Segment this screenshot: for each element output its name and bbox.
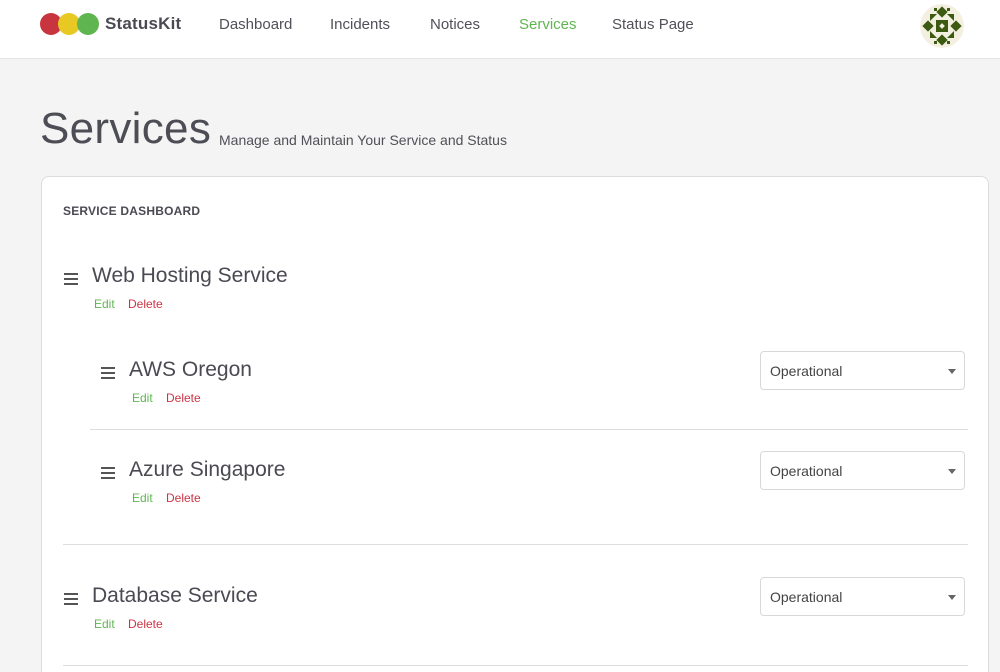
edit-link[interactable]: Edit — [132, 491, 153, 505]
group-divider — [63, 665, 968, 666]
service-group-name: Database Service — [92, 584, 258, 607]
logo-green-dot — [77, 13, 99, 35]
top-navbar: StatusKit Dashboard Incidents Notices Se… — [0, 0, 1000, 59]
drag-handle-icon[interactable] — [101, 467, 115, 479]
service-name: AWS Oregon — [129, 358, 252, 381]
nav-incidents[interactable]: Incidents — [330, 16, 390, 33]
status-select-value: Operational — [770, 363, 843, 379]
app-logo[interactable]: StatusKit — [40, 13, 182, 35]
edit-link[interactable]: Edit — [94, 297, 115, 311]
drag-handle-icon[interactable] — [101, 367, 115, 379]
delete-link[interactable]: Delete — [128, 297, 163, 311]
brand-name: StatusKit — [105, 14, 182, 33]
chevron-down-icon — [948, 369, 956, 374]
page-title: Services — [40, 104, 212, 153]
row-divider — [90, 429, 968, 430]
page-subtitle: Manage and Maintain Your Service and Sta… — [219, 132, 507, 148]
status-select-value: Operational — [770, 463, 843, 479]
edit-link[interactable]: Edit — [132, 391, 153, 405]
service-name: Azure Singapore — [129, 458, 286, 481]
group-divider — [63, 544, 968, 545]
status-select[interactable]: Operational — [760, 577, 965, 616]
status-select[interactable]: Operational — [760, 451, 965, 490]
nav-notices[interactable]: Notices — [430, 16, 480, 33]
drag-handle-icon[interactable] — [64, 593, 78, 605]
delete-link[interactable]: Delete — [166, 391, 201, 405]
avatar-identicon — [920, 4, 964, 48]
chevron-down-icon — [948, 595, 956, 600]
delete-link[interactable]: Delete — [166, 491, 201, 505]
nav-status-page[interactable]: Status Page — [612, 16, 694, 33]
status-select-value: Operational — [770, 589, 843, 605]
service-group-name: Web Hosting Service — [92, 264, 288, 287]
nav-dashboard[interactable]: Dashboard — [219, 16, 292, 33]
user-avatar[interactable] — [920, 4, 964, 48]
drag-handle-icon[interactable] — [64, 273, 78, 285]
chevron-down-icon — [948, 469, 956, 474]
service-dashboard-card: SERVICE DASHBOARD Web Hosting Service Ed… — [41, 176, 989, 672]
status-select[interactable]: Operational — [760, 351, 965, 390]
card-heading: SERVICE DASHBOARD — [63, 204, 201, 218]
edit-link[interactable]: Edit — [94, 617, 115, 631]
nav-services[interactable]: Services — [519, 16, 577, 33]
delete-link[interactable]: Delete — [128, 617, 163, 631]
